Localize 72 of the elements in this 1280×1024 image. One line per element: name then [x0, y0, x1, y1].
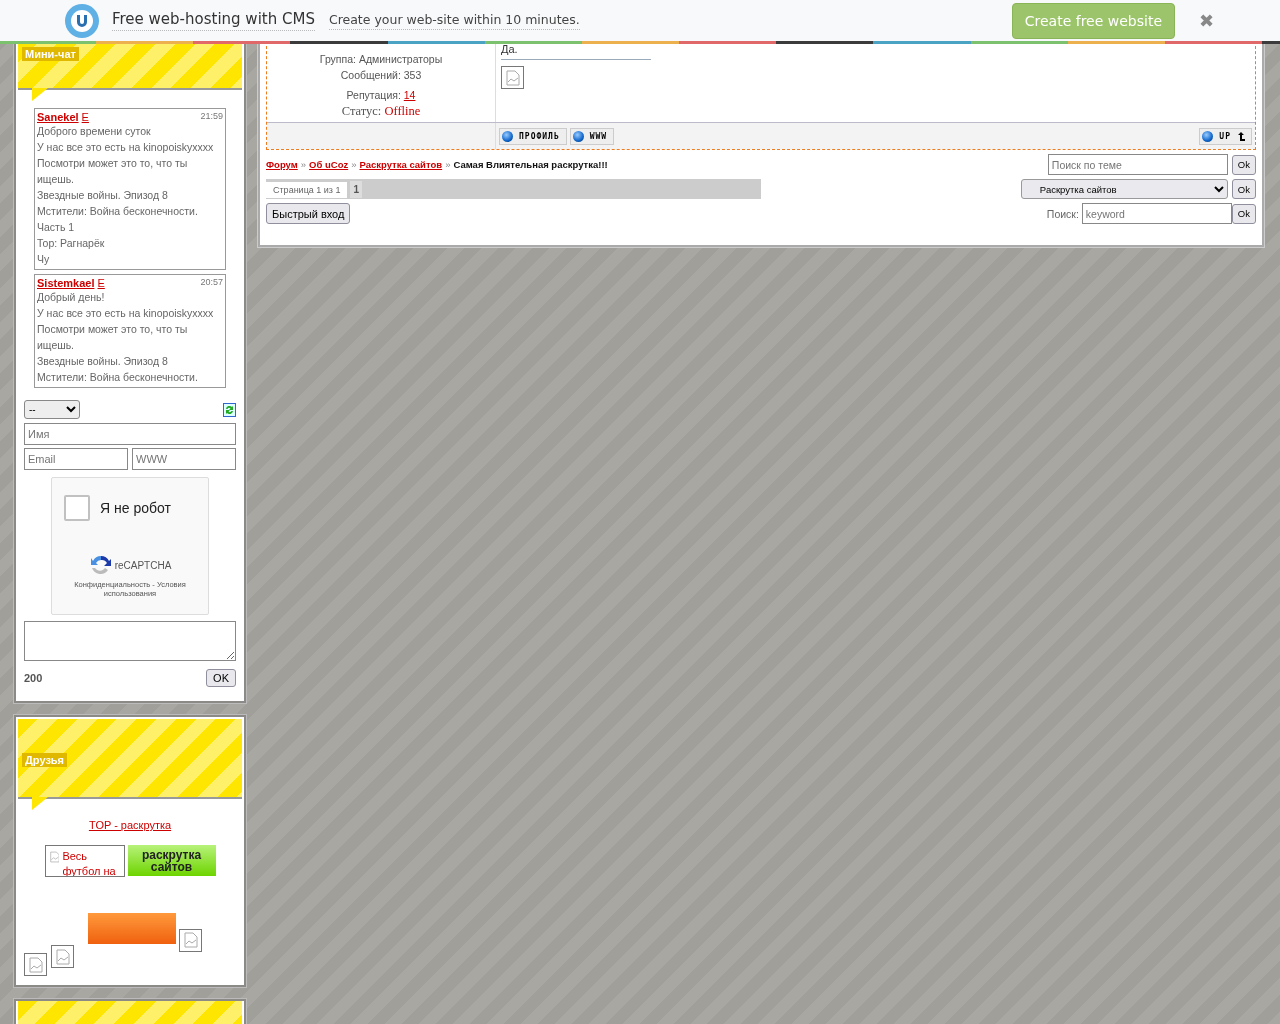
name-field[interactable]: Имя — [24, 423, 236, 445]
status-label: Статус: — [341, 104, 382, 118]
message-text: Посмотри может это то, что ты ищешь. — [37, 322, 189, 353]
search-field[interactable]: keyword — [1081, 203, 1232, 224]
page-counter: Страница 1 из 1 — [266, 181, 348, 198]
up-arrow-icon — [1237, 131, 1245, 141]
post-count: Сообщений: 353 — [339, 68, 423, 83]
quick-login-button[interactable]: Быстрый вход — [266, 203, 351, 224]
user-group: Группа: Администраторы — [267, 51, 495, 67]
message-text: Звездные войны. Эпизод 8 — [37, 354, 169, 369]
broken-image-icon — [501, 66, 524, 89]
captcha-label: Я не робот — [100, 500, 171, 516]
breadcrumb-separator: » — [351, 159, 357, 170]
top-link[interactable]: TOP - раскрутка — [88, 819, 172, 831]
smiley-select[interactable]: -- — [24, 400, 80, 419]
message-text: Мстители: Война бесконечности. — [37, 370, 199, 385]
block-title: Друзья — [22, 753, 68, 767]
flag-link[interactable]: E — [97, 277, 105, 289]
breadcrumb-link[interactable]: Форум — [266, 159, 298, 170]
author-link[interactable]: Sanekel — [37, 111, 79, 123]
promo-tagline: Create your web-site within 10 minutes. — [328, 11, 580, 30]
reputation-label: Репутация: — [346, 89, 401, 101]
email-field[interactable]: Email — [24, 448, 128, 470]
breadcrumb-separator: » — [445, 159, 451, 170]
search-label: Поиск: — [1046, 207, 1079, 220]
website-field[interactable]: WWW — [132, 448, 236, 470]
message-text: Тор: Рагнарёк — [37, 236, 106, 251]
up-button[interactable]: UP — [1199, 127, 1252, 145]
message-field[interactable] — [24, 621, 236, 661]
breadcrumb-link[interactable]: Раскрутка сайтов — [359, 159, 443, 170]
topic-search-field[interactable]: Поиск по теме — [1047, 154, 1228, 175]
message-text: Чу — [37, 252, 51, 267]
send-button[interactable]: OK — [206, 669, 236, 687]
message-text: Часть 1 — [37, 220, 76, 235]
block-title: Мини-чат — [22, 47, 79, 61]
banner-image[interactable] — [88, 912, 176, 944]
captcha-brand: reCAPTCHA — [114, 559, 172, 571]
forum-select[interactable]: Раскрутка сайтов — [1020, 179, 1228, 199]
author-link[interactable]: Sistemkael — [37, 277, 95, 289]
broken-image-icon[interactable] — [24, 953, 47, 976]
topic-title: Самая Влиятельная раскрутка!!! — [453, 159, 608, 170]
captcha-checkbox[interactable] — [64, 495, 90, 521]
promo-title: Free web-hosting with CMS — [112, 10, 315, 31]
page-link[interactable]: 1 — [350, 181, 363, 198]
close-button[interactable]: ✖ — [1193, 8, 1220, 33]
message-time: 20:57 — [200, 277, 223, 289]
flag-link[interactable]: E — [81, 111, 89, 123]
refresh-icon[interactable] — [223, 402, 236, 417]
breadcrumb-separator: » — [300, 159, 307, 170]
character-counter: 200 — [24, 672, 43, 684]
broken-image-icon[interactable] — [179, 928, 202, 952]
breadcrumb-link[interactable]: Об uCoz — [309, 159, 349, 170]
ok-button[interactable]: Ok — [1231, 154, 1256, 175]
message-time: 21:59 — [200, 111, 223, 123]
broken-image-icon[interactable] — [51, 945, 74, 968]
message-text: Звездные войны. Эпизод 8 — [37, 188, 169, 203]
banner-link[interactable]: раскрутка сайтов — [127, 845, 216, 876]
ok-button[interactable]: Ok — [1231, 203, 1256, 224]
message-text: Доброго времени суток — [37, 124, 152, 139]
post-button[interactable]: ПРОФИЛЬ — [499, 127, 567, 145]
message-text: Мстители: Война бесконечности. — [37, 204, 199, 219]
message-text: У нас все это есть на kinopoiskyxxxx — [37, 140, 215, 155]
ok-button[interactable]: Ok — [1231, 179, 1256, 199]
message-text: Добрый день! — [37, 290, 106, 305]
broken-image-icon — [49, 849, 60, 865]
post-button[interactable]: WWW — [569, 127, 615, 145]
status-value: Offline — [384, 104, 421, 118]
recaptcha-icon — [88, 554, 113, 576]
message-text: У нас все это есть на kinopoiskyxxxx — [37, 306, 215, 321]
message-text: Посмотри может это то, что ты ищешь. — [37, 156, 189, 187]
reputation-link[interactable]: 14 — [403, 89, 416, 101]
post-text: Да. — [501, 43, 519, 55]
